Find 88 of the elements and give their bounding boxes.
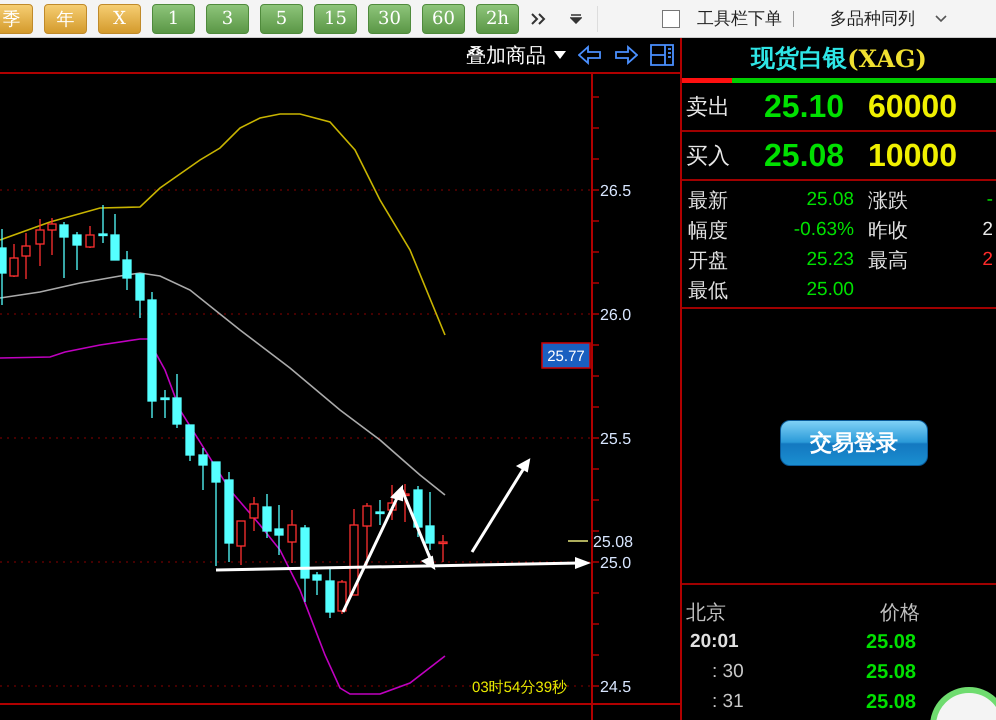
period-button[interactable]: 60 [422,4,465,34]
price-axis-label: 24.5 [600,679,632,696]
login-button[interactable]: 交易登录 [780,420,928,466]
field-label: 幅度 [688,216,729,244]
period-button[interactable]: 季 [0,4,33,34]
tick-time: 20:01 [689,631,740,653]
price-axis-label: 25.5 [600,431,632,448]
cursor-price-tag: 25.77 [541,342,591,369]
candlestick [85,226,95,248]
candlestick [274,505,284,555]
candlestick [59,222,69,278]
candlestick [287,510,297,563]
candlestick [262,494,272,538]
period-button[interactable]: 年 [44,4,87,34]
period-button[interactable]: 5 [260,4,303,34]
candlestick [21,233,31,279]
caret-icon[interactable] [570,14,582,24]
candlestick [35,219,45,266]
field-label: 最高 [868,246,909,274]
candlestick [160,390,170,418]
column-header: 价格 [880,599,920,626]
overlay-menu[interactable]: 叠加商品 [466,42,546,68]
candlestick [47,218,57,255]
left-arrow-icon[interactable] [578,45,602,65]
tick-price: 25.08 [866,690,916,714]
period-button[interactable]: 1 [152,4,195,34]
tick-price: 25.08 [866,660,916,684]
candlestick [110,214,120,261]
price-axis-label: 26.0 [600,307,632,324]
price-axis-label: 25.0 [600,555,632,572]
candlestick [413,486,423,537]
field-value: 25.23 [805,249,854,271]
candlestick [172,374,182,428]
order-volume: 10000 [868,137,957,174]
candlestick [325,568,335,618]
column-header: 北京 [686,599,726,626]
order-price: 25.08 [764,137,846,174]
field-label: 最新 [688,186,729,214]
tick-time: : 30 [711,661,745,683]
order-price: 25.10 [764,88,846,125]
order-side-label: 买入 [686,142,731,170]
candlestick [375,500,385,525]
period-button[interactable]: 30 [368,4,411,34]
last-price-label: 25.08 [593,534,634,551]
period-button[interactable]: 2h [476,4,519,34]
period-button[interactable]: X [98,4,141,34]
checkbox[interactable] [662,10,680,28]
caret-icon[interactable] [554,50,566,60]
instrument-title: 现货白银(XAG) [749,42,928,74]
field-label: 开盘 [688,246,729,274]
candlestick [362,503,372,565]
field-value: - [986,189,994,211]
candlestick [185,424,195,461]
field-value: -0.63% [792,219,854,241]
double-chevron-icon[interactable] [530,12,548,26]
order-volume: 60000 [868,88,957,125]
candlestick [249,497,259,531]
field-value: 2 [982,219,994,241]
candlestick [425,492,435,550]
field-value: 2 [982,249,994,271]
chevron-down-icon[interactable] [934,14,948,24]
field-label: 涨跌 [868,186,909,214]
field-value: 25.00 [805,279,854,301]
order-side-label: 卖出 [686,94,731,122]
countdown-timer: 03时54分39秒 [472,679,568,696]
candlestick [135,273,145,318]
tick-price: 25.08 [866,630,916,654]
field-label: 昨收 [868,216,909,244]
checkbox-label: 工具栏下单 [697,8,782,30]
last-price-marker [568,540,588,542]
candlestick [438,535,448,562]
candlestick [312,572,322,595]
price-axis-label: 26.5 [600,183,632,200]
layout-dropdown[interactable]: 多品种同列 [830,7,915,30]
field-label: 最低 [688,276,729,304]
period-button[interactable]: 3 [206,4,249,34]
candlestick [9,244,19,277]
candlestick [337,580,347,614]
right-arrow-icon[interactable] [614,45,638,65]
candlestick [122,251,132,290]
panel-layout-icon[interactable] [650,44,674,66]
tick-time: : 31 [711,691,745,713]
candlestick [236,520,246,565]
candlestick [198,448,208,490]
candlestick [72,232,82,270]
candlestick [98,205,108,243]
field-value: 25.08 [805,189,854,211]
period-button[interactable]: 15 [314,4,357,34]
